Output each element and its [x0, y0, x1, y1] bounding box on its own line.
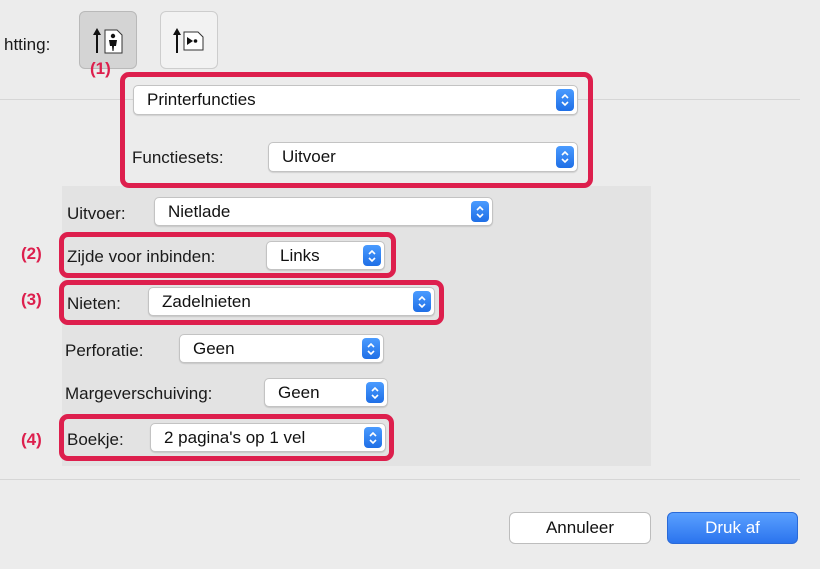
- punch-label: Perforatie:: [65, 341, 144, 360]
- callout-box-1: [120, 72, 593, 188]
- stepper-arrows-icon: [362, 338, 380, 359]
- portrait-icon: [93, 28, 123, 54]
- orientation-label: htting:: [4, 35, 51, 54]
- separator-bottom: [0, 479, 800, 480]
- stepper-arrows-icon: [366, 382, 384, 403]
- cancel-button[interactable]: Annuleer: [509, 512, 651, 544]
- callout-number-3: (3): [21, 290, 42, 309]
- orientation-landscape-button[interactable]: [160, 11, 218, 69]
- callout-number-2: (2): [21, 244, 42, 263]
- output-popup[interactable]: Nietlade: [154, 197, 493, 226]
- callout-box-3: [59, 280, 444, 325]
- output-label: Uitvoer:: [67, 204, 126, 223]
- print-button[interactable]: Druk af: [667, 512, 798, 544]
- callout-number-1: (1): [90, 59, 111, 78]
- margin-shift-label: Margeverschuiving:: [65, 384, 213, 403]
- stepper-arrows-icon: [471, 201, 489, 222]
- callout-number-4: (4): [21, 430, 42, 449]
- punch-popup[interactable]: Geen: [179, 334, 384, 363]
- callout-box-4: [59, 414, 394, 461]
- margin-shift-popup[interactable]: Geen: [264, 378, 388, 407]
- landscape-icon: [173, 28, 204, 53]
- callout-box-2: [59, 232, 396, 278]
